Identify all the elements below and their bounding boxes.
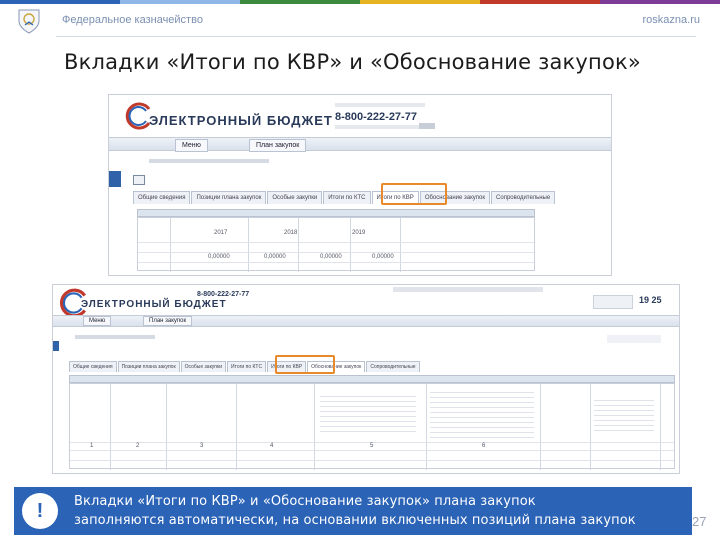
- year-2: 2018: [284, 230, 298, 236]
- year-3: 2019: [352, 230, 366, 236]
- eb-lang-icon[interactable]: [419, 123, 435, 129]
- slide-header: Федеральное казначейство roskazna.ru: [0, 4, 720, 38]
- site-link[interactable]: roskazna.ru: [643, 14, 700, 26]
- header-text-block: [430, 388, 534, 440]
- nav-plan-tab[interactable]: План закупок: [143, 316, 193, 326]
- column-number: 3: [200, 443, 204, 449]
- eb-brand: ЭЛЕКТРОННЫЙ БЮДЖЕТ: [149, 113, 333, 128]
- screenshot-justification-tab: ЭЛЕКТРОННЫЙ БЮДЖЕТ 8-800-222-27-77 19 25…: [52, 284, 680, 474]
- header-text-block: [594, 396, 654, 432]
- exclamation-icon: !: [22, 493, 58, 529]
- tab-general[interactable]: Общие сведения: [133, 191, 191, 204]
- eb-phone: 8-800-222-27-77: [335, 111, 417, 123]
- treasury-emblem-icon: [18, 9, 40, 34]
- page-number: 27: [692, 514, 707, 529]
- save-icon[interactable]: [133, 175, 145, 185]
- date-widget: [593, 295, 633, 309]
- eb-brand: ЭЛЕКТРОННЫЙ БЮДЖЕТ: [81, 299, 227, 310]
- clock: 19 25: [639, 295, 662, 305]
- tab-special[interactable]: Особые закупки: [267, 191, 323, 204]
- eb-phone: 8-800-222-27-77: [197, 291, 250, 298]
- form-toolbar: [607, 335, 661, 343]
- user-info: [393, 287, 543, 292]
- grid-cell: 0,00000: [208, 254, 230, 260]
- grid-cell: 0,00000: [320, 254, 342, 260]
- tabs-row: Общие сведения Позиции плана закупок Осо…: [69, 361, 679, 372]
- highlight-kvr-tab: [381, 183, 447, 205]
- screenshot-kvr-tab: ЭЛЕКТРОННЫЙ БЮДЖЕТ 8-800-222-27-77 Меню …: [108, 94, 612, 276]
- header-divider: [56, 36, 696, 37]
- tab-positions[interactable]: Позиции плана закупок: [191, 191, 267, 204]
- tab-special[interactable]: Особые закупки: [180, 361, 226, 372]
- header-text-block: [320, 392, 416, 436]
- form-caption: [149, 159, 269, 163]
- eb-header: ЭЛЕКТРОННЫЙ БЮДЖЕТ 8-800-222-27-77: [109, 95, 611, 135]
- eb-caption: [335, 103, 425, 107]
- page-title: Вкладки «Итоги по КВР» и «Обоснование за…: [64, 50, 641, 74]
- note-text: Вкладки «Итоги по КВР» и «Обоснование за…: [74, 492, 688, 530]
- column-number: 6: [482, 443, 486, 449]
- year-1: 2017: [214, 230, 228, 236]
- grid-cell: 0,00000: [264, 254, 286, 260]
- column-number: 4: [270, 443, 274, 449]
- tab-positions[interactable]: Позиции плана закупок: [117, 361, 180, 372]
- column-number: 5: [370, 443, 374, 449]
- note-line-2: заполняются автоматически, на основании …: [74, 513, 636, 528]
- nav-plan-tab[interactable]: План закупок: [249, 139, 307, 152]
- eb-nav-bar: Меню План закупок: [109, 137, 611, 152]
- column-number: 2: [136, 443, 140, 449]
- justification-grid: 1 2 3 4 5 6: [69, 383, 675, 470]
- grid-toolbar: [137, 209, 535, 217]
- tab-attachments[interactable]: Сопроводительные: [491, 191, 556, 204]
- tab-kts[interactable]: Итоги по КТС: [227, 361, 267, 372]
- grid-cell: 0,00000: [372, 254, 394, 260]
- nav-menu[interactable]: Меню: [175, 139, 208, 152]
- highlight-justification-tab: [275, 355, 335, 374]
- eb-nav-bar: Меню План закупок: [53, 315, 679, 327]
- tab-general[interactable]: Общие сведения: [69, 361, 117, 372]
- kvr-grid: 2017 2018 2019 0,00000 0,00000 0,00000 0…: [137, 217, 535, 272]
- note-line-1: Вкладки «Итоги по КВР» и «Обоснование за…: [74, 494, 536, 509]
- form-caption: [75, 335, 155, 339]
- column-number: 1: [90, 443, 94, 449]
- tabs-row: Общие сведения Позиции плана закупок Осо…: [133, 191, 611, 204]
- sidebar-toggle-icon[interactable]: [53, 341, 59, 351]
- tab-attachments[interactable]: Сопроводительные: [366, 361, 420, 372]
- info-note: ! Вкладки «Итоги по КВР» и «Обоснование …: [14, 487, 692, 535]
- tab-kts[interactable]: Итоги по КТС: [323, 191, 371, 204]
- nav-menu[interactable]: Меню: [83, 316, 112, 326]
- org-name: Федеральное казначейство: [62, 14, 203, 26]
- sidebar-toggle-icon[interactable]: [109, 171, 121, 187]
- grid-toolbar: [69, 375, 675, 383]
